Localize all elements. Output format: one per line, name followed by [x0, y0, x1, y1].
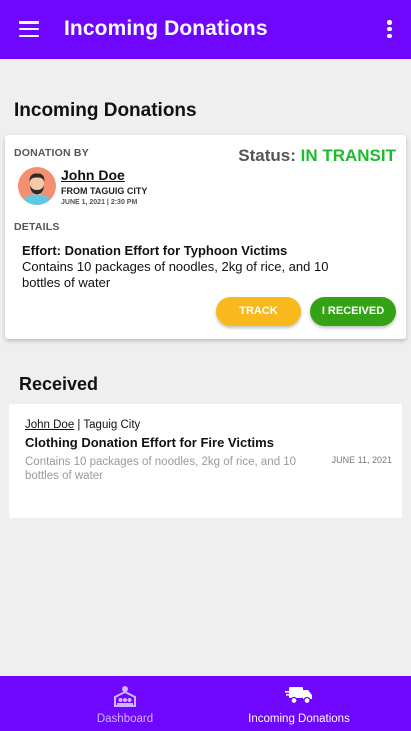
nav-item-dashboard[interactable]: Dashboard — [84, 676, 166, 731]
donation-by-label: DONATION BY — [14, 147, 89, 159]
received-donor-city: Taguig City — [83, 419, 141, 431]
status-label: Status: — [238, 146, 296, 165]
received-donor-name[interactable]: John Doe — [25, 419, 74, 431]
donation-effort: Effort: Donation Effort for Typhoon Vict… — [22, 243, 288, 258]
avatar — [18, 167, 56, 205]
received-description: Contains 10 packages of noodles, 2kg of … — [25, 456, 297, 482]
truck-icon — [285, 685, 313, 710]
donor-location: FROM TAGUIG CITY — [61, 186, 148, 196]
details-label: DETAILS — [14, 221, 60, 233]
incoming-donation-card: DONATION BY Status: IN TRANSIT John Doe … — [5, 135, 406, 339]
received-date: JUNE 11, 2021 — [331, 455, 392, 465]
bottom-navigation: Dashboard Incoming Donations — [0, 676, 411, 731]
section-title: Incoming Donations — [14, 100, 197, 121]
i-received-button[interactable]: I RECEIVED — [310, 297, 396, 326]
donor-name[interactable]: John Doe — [61, 167, 125, 183]
donation-date: JUNE 1, 2021 | 2:30 PM — [61, 199, 138, 206]
menu-icon[interactable] — [19, 21, 39, 38]
more-options-icon[interactable] — [387, 20, 393, 39]
nav-item-incoming-donations[interactable]: Incoming Donations — [241, 676, 357, 731]
nav-label-incoming-donations: Incoming Donations — [248, 713, 350, 725]
status-value: IN TRANSIT — [300, 146, 396, 165]
app-bar-title: Incoming Donations — [64, 17, 268, 40]
donation-description: Contains 10 packages of noodles, 2kg of … — [22, 259, 329, 290]
received-title: Clothing Donation Effort for Fire Victim… — [25, 435, 274, 450]
received-donation-card[interactable]: John Doe | Taguig City Clothing Donation… — [9, 404, 402, 518]
track-button[interactable]: TRACK — [216, 297, 301, 326]
app-bar: Incoming Donations — [0, 0, 411, 59]
received-section-title: Received — [19, 374, 99, 394]
status-text: Status: IN TRANSIT — [238, 146, 396, 166]
dashboard-icon — [113, 685, 137, 712]
nav-label-dashboard: Dashboard — [96, 713, 154, 725]
received-donor: John Doe | Taguig City — [25, 419, 140, 431]
